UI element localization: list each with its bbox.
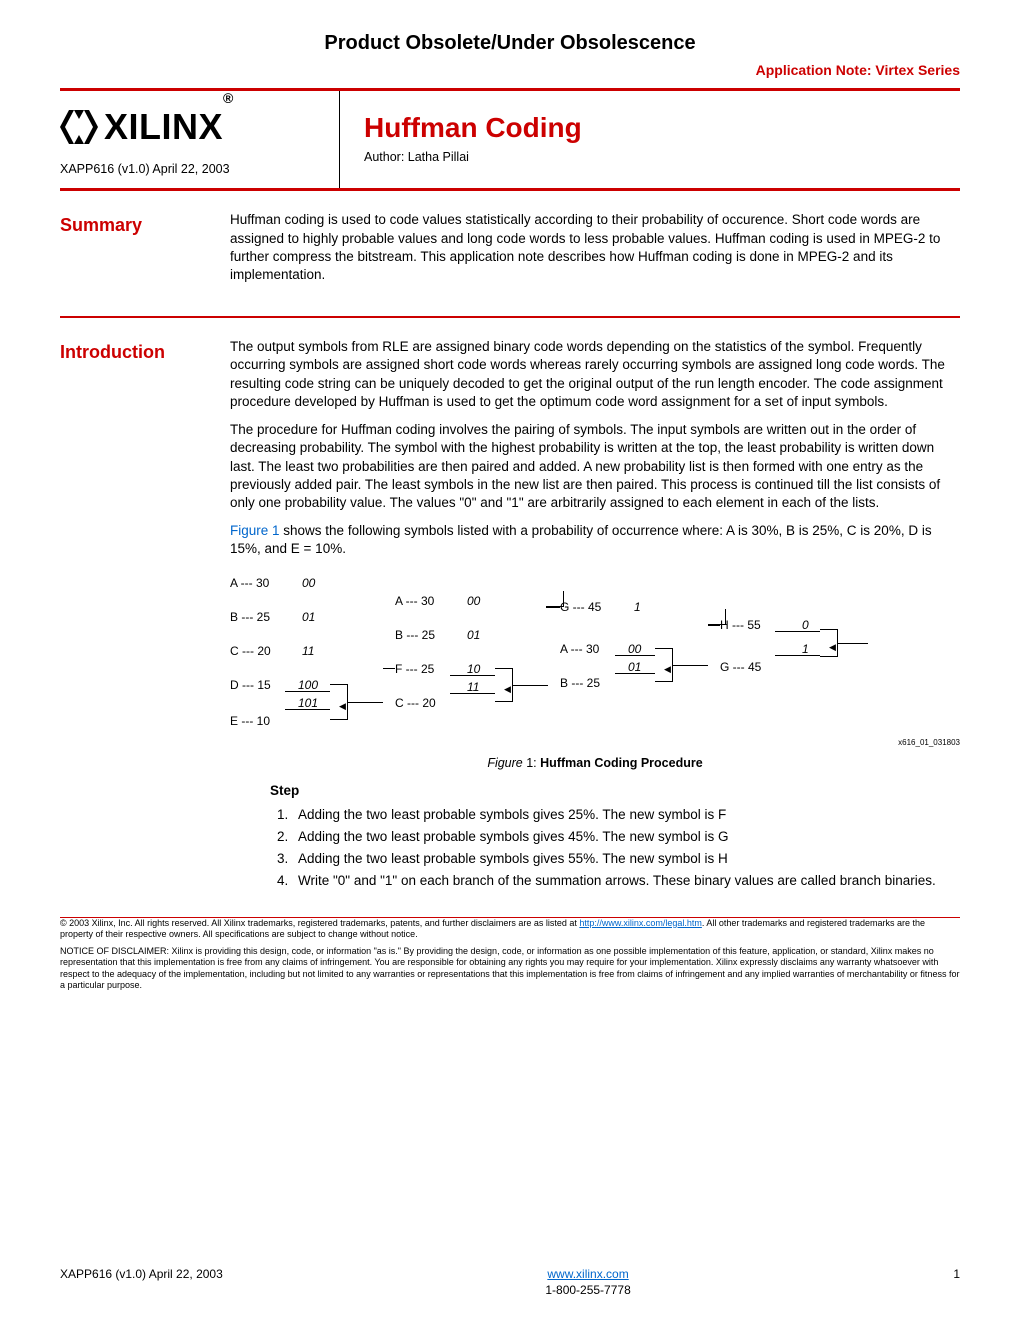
steps-list: Adding the two least probable symbols gi… <box>270 806 960 891</box>
footer-phone: 1-800-255-7778 <box>545 1283 630 1297</box>
fig-code: 00 <box>302 575 315 591</box>
xilinx-logo-icon <box>60 110 98 144</box>
author: Author: Latha Pillai <box>364 149 582 166</box>
fig-node: C --- 20 <box>395 695 436 711</box>
diagram-connector <box>450 675 495 676</box>
step-item: Adding the two least probable symbols gi… <box>292 806 960 824</box>
fig-code: 01 <box>302 609 315 625</box>
logo-text: XILINX® <box>104 103 234 152</box>
intro-p1: The output symbols from RLE are assigned… <box>230 338 960 411</box>
diagram-connector <box>285 709 330 710</box>
fig-node: A --- 30 <box>230 575 269 591</box>
fig-node: G --- 45 <box>720 659 761 675</box>
diagram-connector <box>546 607 560 608</box>
step-item: Adding the two least probable symbols gi… <box>292 850 960 868</box>
diagram-connector <box>285 691 330 692</box>
section-heading-summary: Summary <box>60 211 230 294</box>
fig-node: E --- 10 <box>230 713 270 729</box>
diagram-connector <box>775 655 820 656</box>
figure-caption-title: Huffman Coding Procedure <box>540 756 703 770</box>
registered-mark: ® <box>223 90 234 106</box>
diagram-arrow <box>673 665 708 666</box>
fig-code: 01 <box>467 627 480 643</box>
fig-node: A --- 30 <box>395 593 434 609</box>
fig-node: A --- 30 <box>560 641 599 657</box>
disclaimer-text: NOTICE OF DISCLAIMER: Xilinx is providin… <box>60 946 960 991</box>
fig-node: H --- 55 <box>720 617 761 633</box>
doc-id: XAPP616 (v1.0) April 22, 2003 <box>60 161 317 178</box>
application-note-series: Application Note: Virtex Series <box>60 61 960 80</box>
logo-block: XILINX® XAPP616 (v1.0) April 22, 2003 <box>60 91 340 188</box>
footer-doc-id: XAPP616 (v1.0) April 22, 2003 <box>60 1266 223 1282</box>
legal-block: © 2003 Xilinx, Inc. All rights reserved.… <box>60 918 960 992</box>
fig-node: D --- 15 <box>230 677 271 693</box>
fig-node: B --- 25 <box>560 675 600 691</box>
diagram-connector <box>615 673 655 674</box>
step-item: Adding the two least probable symbols gi… <box>292 828 960 846</box>
fig-code: 1 <box>634 599 641 615</box>
figure-caption-prefix: Figure <box>487 756 522 770</box>
diagram-connector <box>775 631 820 632</box>
copyright-text: © 2003 Xilinx, Inc. All rights reserved.… <box>60 918 960 941</box>
fig-code: 00 <box>467 593 480 609</box>
fig-code: 11 <box>302 643 314 659</box>
fig-node: B --- 25 <box>230 609 270 625</box>
diagram-connector <box>708 625 720 626</box>
fig-node: C --- 20 <box>230 643 271 659</box>
step-item: Write "0" and "1" on each branch of the … <box>292 872 960 890</box>
obsolete-banner: Product Obsolete/Under Obsolescence <box>60 30 960 57</box>
figure-1-diagram: A --- 30 00 B --- 25 01 C --- 20 11 D --- 1… <box>230 571 960 749</box>
diagram-connector <box>615 655 655 656</box>
diagram-arrow <box>348 702 383 703</box>
figure-caption: Figure 1: Huffman Coding Procedure <box>230 755 960 772</box>
figure-identifier: x616_01_031803 <box>898 738 960 749</box>
summary-text: Huffman coding is used to code values st… <box>230 211 960 284</box>
page-footer: XAPP616 (v1.0) April 22, 2003 www.xilinx… <box>60 1266 960 1298</box>
xilinx-logo: XILINX® <box>60 103 317 152</box>
diagram-arrow <box>838 643 868 644</box>
diagram-connector <box>450 693 495 694</box>
diagram-connector <box>383 668 395 669</box>
intro-p3-text: shows the following symbols listed with … <box>230 523 932 556</box>
legal-link[interactable]: http://www.xilinx.com/legal.htm <box>579 918 702 928</box>
steps-heading: Step <box>270 782 960 800</box>
divider <box>60 188 960 191</box>
figure-caption-num: 1: <box>526 756 536 770</box>
intro-p3: Figure 1 shows the following symbols lis… <box>230 522 960 558</box>
footer-link[interactable]: www.xilinx.com <box>547 1267 628 1281</box>
fig-node: B --- 25 <box>395 627 435 643</box>
figure-ref: Figure 1 <box>230 523 280 538</box>
diagram-bracket <box>708 609 726 625</box>
divider <box>60 316 960 318</box>
page-number: 1 <box>953 1266 960 1282</box>
page-title: Huffman Coding <box>364 109 582 147</box>
legal-text: © 2003 Xilinx, Inc. All rights reserved.… <box>60 918 579 928</box>
section-heading-introduction: Introduction <box>60 338 230 894</box>
diagram-bracket <box>546 591 564 607</box>
fig-node: G --- 45 <box>560 599 601 615</box>
diagram-arrow <box>513 685 548 686</box>
fig-node: F --- 25 <box>395 661 434 677</box>
intro-p2: The procedure for Huffman coding involve… <box>230 421 960 512</box>
